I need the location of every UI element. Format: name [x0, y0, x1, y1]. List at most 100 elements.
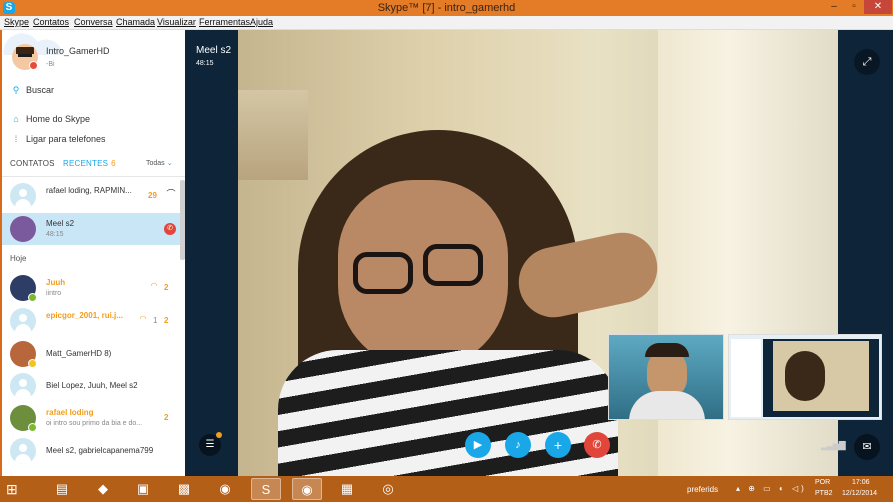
unread-count: 29 [148, 191, 157, 200]
group-avatar [10, 183, 36, 209]
taskbar-chrome-icon[interactable]: ◉ [210, 478, 240, 500]
list-item-rafael[interactable]: rafael loding oi intro sou primo da bia … [2, 402, 185, 434]
contact-name: epicgor_2001, rui.j... [46, 311, 123, 320]
call-phones-label: Ligar para telefones [26, 134, 106, 144]
missed-call-icon: ◠ [150, 281, 158, 290]
list-item-matt[interactable]: Matt_GamerHD 8) [2, 338, 185, 370]
add-participant-button[interactable]: + [545, 432, 571, 458]
dialpad-icon: ⁞ [14, 134, 18, 144]
language-indicator[interactable]: POR [815, 479, 830, 486]
screen-share-preview[interactable] [728, 334, 882, 420]
microphone-button[interactable]: ♪ [505, 432, 531, 458]
home-icon: ⌂ [13, 114, 19, 124]
taskbar-app-icon[interactable]: ◆ [88, 478, 118, 500]
taskbar-explorer-icon[interactable]: ▤ [47, 478, 77, 500]
hang-up-button[interactable]: ✆ [584, 432, 610, 458]
fullscreen-icon[interactable]: ⤢ [854, 49, 880, 75]
notification-dot [216, 432, 222, 438]
show-chat-icon[interactable]: ✉ [854, 434, 880, 460]
self-preview-body [629, 391, 705, 419]
taskbar-app-icon[interactable]: ▣ [128, 478, 158, 500]
online-status-icon [28, 423, 37, 432]
taskbar-chrome-icon[interactable]: ◉ [292, 478, 322, 500]
unread-count: 2 [164, 283, 169, 292]
filter-dropdown[interactable]: Todas ⌄ [146, 159, 173, 167]
maximize-button[interactable]: ▫ [846, 0, 862, 14]
contact-name: Meel s2, gabrielcapanema799 [46, 446, 154, 455]
windows-start-icon[interactable]: ⊞ [6, 481, 22, 497]
call-quality-icon[interactable]: ▂▃▅▇ [821, 440, 846, 451]
screen-preview-sidebar [731, 339, 761, 417]
end-call-icon[interactable]: ✆ [164, 223, 176, 235]
online-status-icon [28, 293, 37, 302]
menu-ajuda[interactable]: Ajuda [250, 17, 273, 27]
recent-item-meel[interactable]: Meel s2 48:15 ✆ [2, 213, 185, 245]
contact-name: Meel s2 [46, 219, 75, 228]
menu-ferramentas[interactable]: Ferramentas [199, 17, 250, 27]
home-label: Home do Skype [26, 114, 91, 124]
contact-avatar [10, 216, 36, 242]
call-duration: 48:15 [196, 60, 214, 67]
video-background-shelf [238, 90, 308, 180]
contact-tabs: CONTATOS RECENTES 6 Todas ⌄ [2, 156, 185, 172]
tab-recentes[interactable]: RECENTES 6 [63, 159, 116, 168]
close-button[interactable]: ✕ [864, 0, 892, 14]
taskbar-app-icon[interactable]: ▦ [332, 478, 362, 500]
missed-count: 1 [153, 316, 158, 325]
contact-name: Matt_GamerHD 8) [46, 349, 112, 358]
keyboard-layout[interactable]: PTB2 [815, 490, 833, 497]
menu-conversa[interactable]: Conversa [74, 17, 113, 27]
clock-date[interactable]: 12/12/2014 [842, 490, 877, 497]
menu-skype[interactable]: Skype [4, 17, 29, 27]
search-icon: ⚲ [12, 85, 20, 95]
screen-preview-person [785, 351, 825, 401]
caller-name: Meel s2 [196, 45, 232, 56]
list-item-epicgor-group[interactable]: epicgor_2001, rui.j... ◠ 1 2 [2, 305, 185, 337]
contact-name: Biel Lopez, Juuh, Meel s2 [46, 381, 138, 390]
profile-mood[interactable]: -Bi [46, 61, 55, 68]
recent-item-rafael-group[interactable]: rafael loding, RAPMIN... 29 ⌒ [2, 180, 185, 212]
group-avatar [10, 308, 36, 334]
video-camera-button[interactable]: ▶ [465, 432, 491, 458]
profile-name[interactable]: Intro_GamerHD [46, 46, 110, 56]
list-item-biel-group[interactable]: Biel Lopez, Juuh, Meel s2 [2, 370, 185, 402]
contact-name: rafael loding [46, 408, 94, 417]
self-preview-hair [645, 343, 689, 357]
group-avatar [10, 373, 36, 399]
menu-bar: Skype Contatos Conversa Chamada Visualiz… [0, 16, 893, 30]
status-busy-icon[interactable] [29, 61, 38, 70]
list-item-juuh[interactable]: Juuh iintro ◠ 2 [2, 272, 185, 304]
system-tray-icons[interactable]: ▴ ⊕ ▭ ◐ ◁) [736, 484, 807, 493]
taskbar-app-icon[interactable]: ◎ [373, 478, 403, 500]
tray-toolbar-label[interactable]: preferids [687, 485, 718, 494]
hangup-icon[interactable]: ⌒ [165, 188, 177, 200]
search-label: Buscar [26, 85, 55, 95]
minimize-button[interactable]: – [826, 0, 842, 14]
tab-recentes-label: RECENTES [63, 159, 109, 168]
recent-count-badge: 6 [111, 159, 116, 168]
title-bar: S Skype™ [7] - intro_gamerhd – ▫ ✕ [0, 0, 893, 16]
clock-time[interactable]: 17:06 [852, 479, 870, 486]
avatar-hair [16, 47, 34, 54]
contact-name: Juuh [46, 278, 66, 287]
missed-call-icon: ◠ [139, 314, 147, 323]
call-panel: Meel s2 48:15 ⤢ ☰ ▶ ♪ + ✆ ▂▃▅▇ ✉ [185, 30, 893, 476]
menu-visualizar[interactable]: Visualizar [157, 17, 196, 27]
unread-count: 2 [164, 413, 169, 422]
list-item-meel-group[interactable]: Meel s2, gabrielcapanema799 [2, 435, 185, 467]
contact-mood: iintro [46, 290, 62, 297]
group-avatar [10, 438, 36, 464]
sidebar: Intro_GamerHD -Bi ⚲ Buscar ⌂ Home do Sky… [2, 30, 185, 476]
taskbar-minecraft-icon[interactable]: ▩ [169, 478, 199, 500]
menu-contatos[interactable]: Contatos [33, 17, 69, 27]
contact-name: rafael loding, RAPMIN... [46, 186, 132, 195]
self-video-preview[interactable] [608, 334, 724, 420]
tab-contatos[interactable]: CONTATOS [10, 159, 55, 168]
menu-chamada[interactable]: Chamada [116, 17, 155, 27]
video-person-glasses [353, 252, 413, 294]
taskbar-skype-icon[interactable]: S [251, 478, 281, 500]
section-today: Hoje [10, 254, 27, 263]
filter-label: Todas [146, 160, 165, 167]
avatar-face [18, 54, 32, 57]
last-message-preview: oi intro sou primo da bia e do... [46, 420, 143, 427]
